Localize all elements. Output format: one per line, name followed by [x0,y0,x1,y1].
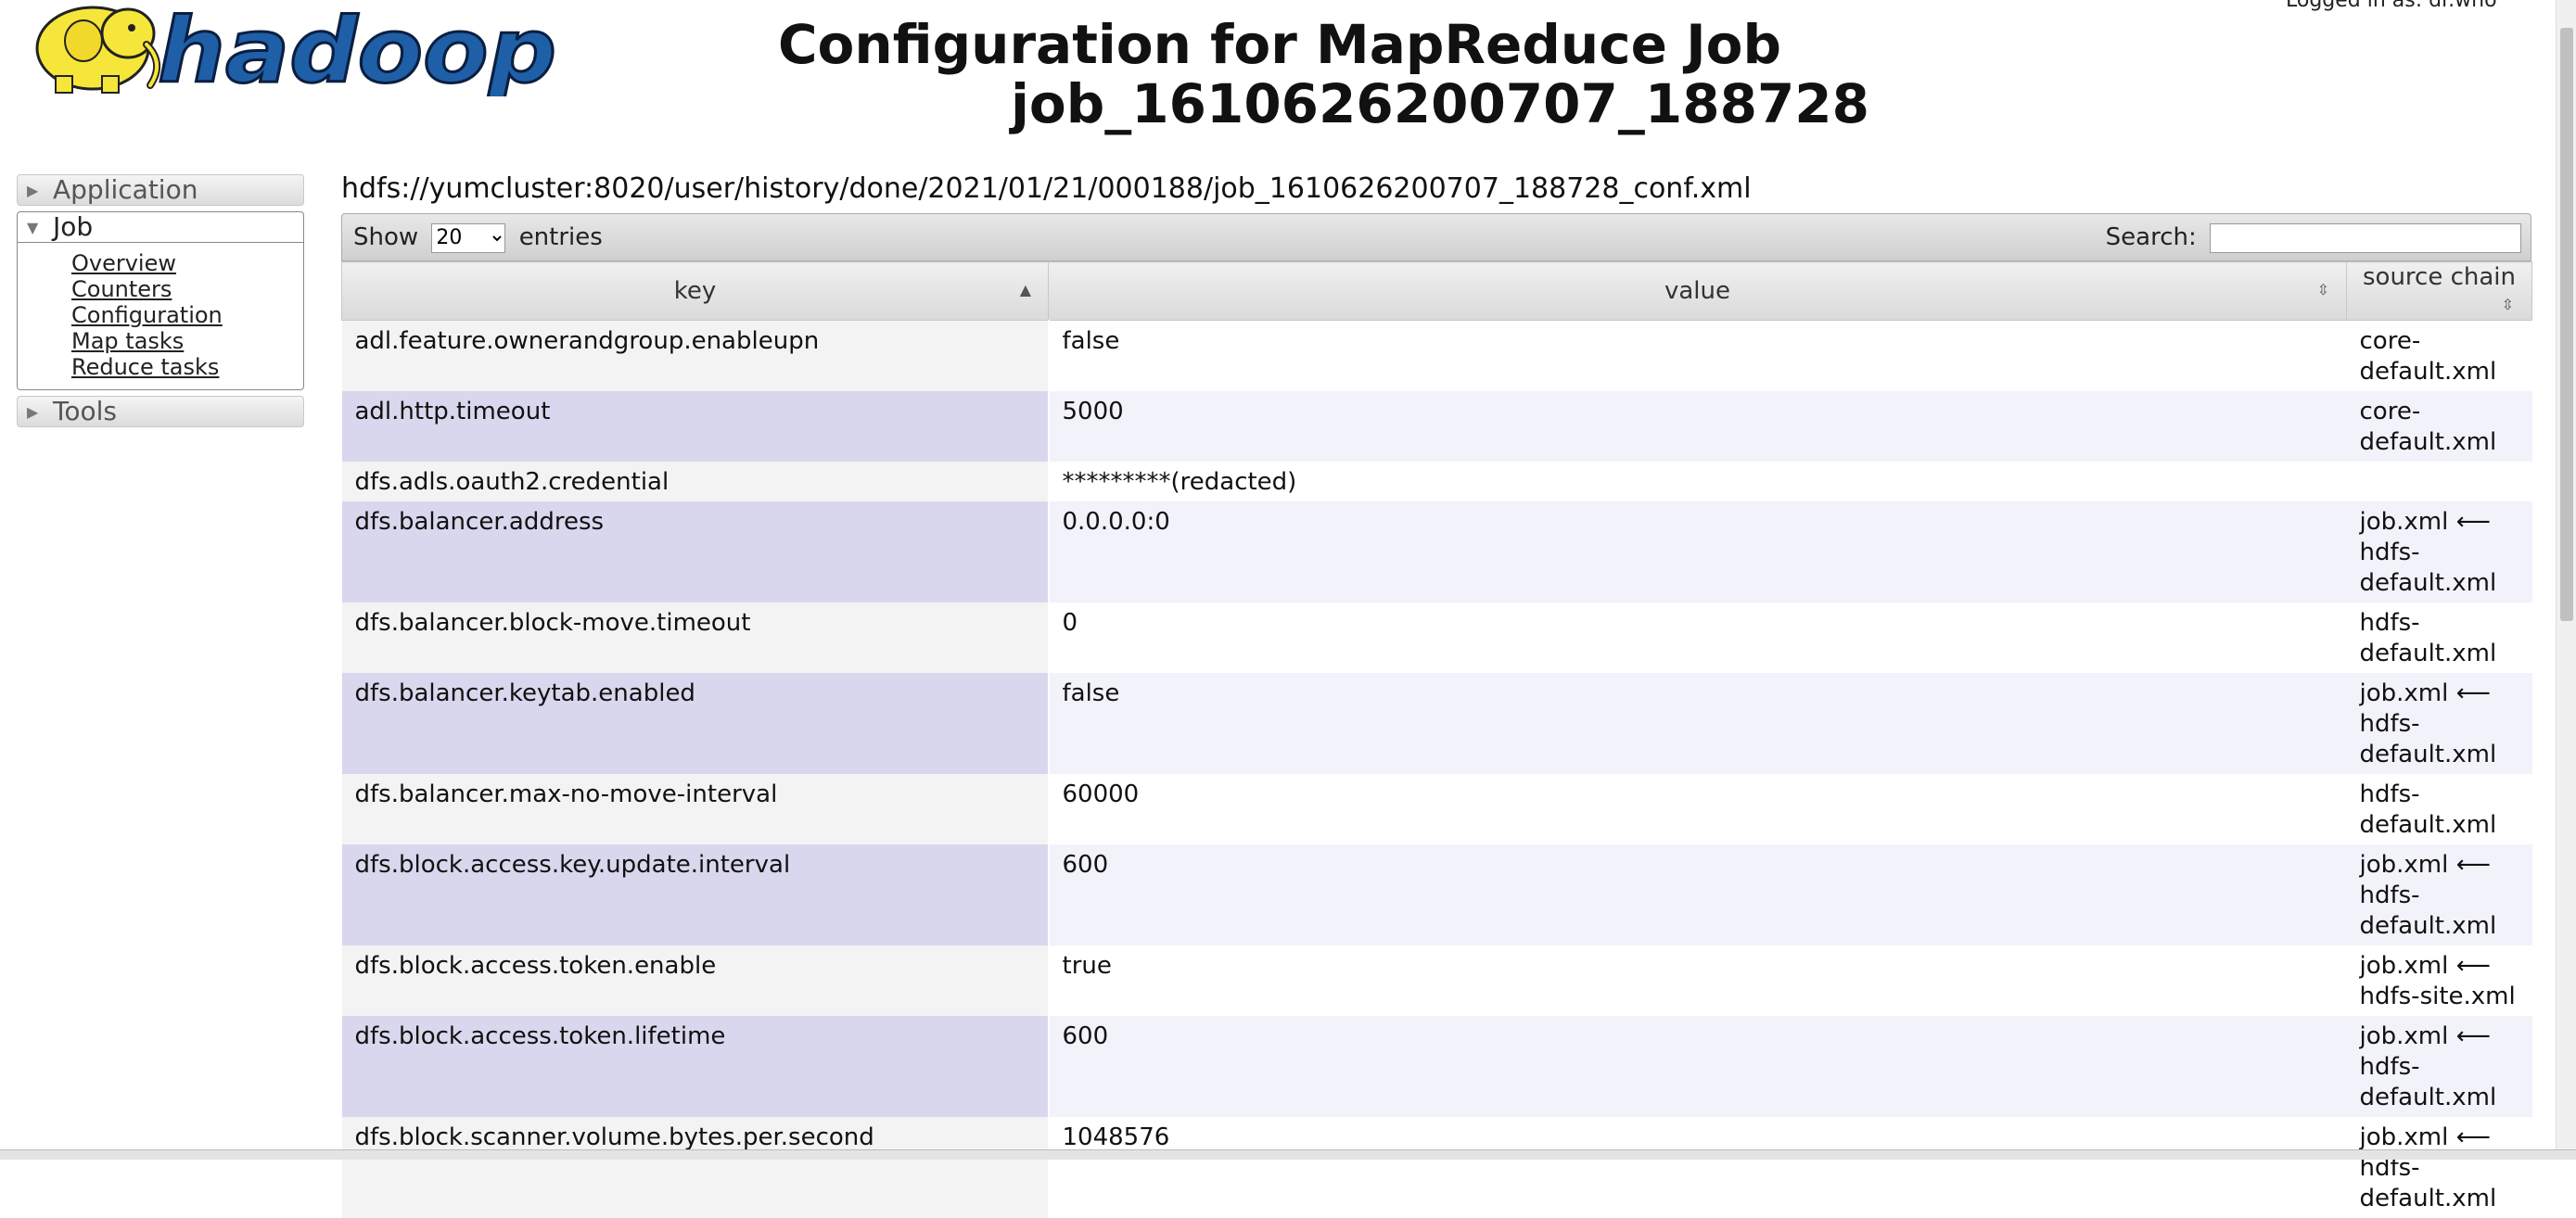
sidebar-link-configuration[interactable]: Configuration [71,302,303,328]
config-key-cell: dfs.balancer.address [342,501,1049,603]
sidebar-link-reduce-tasks[interactable]: Reduce tasks [71,354,303,380]
column-header-source-chain[interactable]: source chain ⇳ [2347,262,2532,321]
config-key-cell: dfs.block.access.key.update.interval [342,844,1049,945]
config-value-cell: *********(redacted) [1049,462,2347,501]
source-chain-cell: job.xml ⟵hdfs-default.xml [2347,501,2532,603]
config-value-cell: true [1049,945,2347,1016]
table-row: dfs.adls.oauth2.credential*********(reda… [342,462,2532,501]
sort-ascending-icon: ▲ [1020,281,1031,298]
column-header-label: key [674,277,717,305]
config-key-cell: dfs.adls.oauth2.credential [342,462,1049,501]
triangle-right-icon: ▶ [27,398,53,427]
config-table-wrapper: Show 20 entries Search: key ▲ value ⇳ [341,213,2531,1218]
table-row: dfs.balancer.block-move.timeout0hdfs-def… [342,603,2532,673]
sidebar-section-label: Tools [53,396,117,426]
column-header-label: value [1664,277,1730,305]
config-value-cell: 5000 [1049,391,2347,462]
sidebar-section-job[interactable]: ▼Job [17,211,304,243]
sidebar-link-overview[interactable]: Overview [71,250,303,276]
sidebar-section-tools[interactable]: ▶Tools [17,396,304,427]
sidebar-section-label: Application [53,174,198,205]
config-key-cell: dfs.block.access.token.lifetime [342,1016,1049,1117]
search-label: Search: [2106,223,2197,251]
column-header-label: source chain [2363,263,2516,291]
triangle-down-icon: ▼ [27,213,53,243]
config-value-cell: 1048576 [1049,1117,2347,1218]
triangle-right-icon: ▶ [27,176,53,206]
config-key-cell: adl.http.timeout [342,391,1049,462]
page-title: Configuration for MapReduce Job job_1610… [723,15,1836,133]
scrollbar-thumb[interactable] [2560,28,2573,621]
logo-wordmark: hadoop [158,0,556,96]
config-key-cell: adl.feature.ownerandgroup.enableupn [342,321,1049,392]
elephant-icon [37,7,157,93]
source-chain-cell: job.xml ⟵hdfs-default.xml [2347,844,2532,945]
source-chain-cell [2347,462,2532,501]
table-row: dfs.block.access.token.enabletruejob.xml… [342,945,2532,1016]
source-chain-cell: job.xml ⟵hdfs-default.xml [2347,673,2532,774]
table-row: dfs.block.access.key.update.interval600j… [342,844,2532,945]
source-chain-cell: core-default.xml [2347,321,2532,392]
sidebar-link-counters[interactable]: Counters [71,276,303,302]
config-key-cell: dfs.block.access.token.enable [342,945,1049,1016]
conf-file-path: hdfs://yumcluster:8020/user/history/done… [341,172,1752,206]
sidebar-section-application[interactable]: ▶Application [17,174,304,206]
source-chain-cell: hdfs-default.xml [2347,603,2532,673]
config-value-cell: false [1049,321,2347,392]
hadoop-logo: hadoop [19,0,566,96]
config-value-cell: 600 [1049,1016,2347,1117]
logged-in-status: Logged in as: dr.who [2286,0,2497,12]
source-chain-cell: job.xml ⟵hdfs-default.xml [2347,1016,2532,1117]
show-label: Show [353,223,418,251]
sidebar-section-label: Job [53,211,93,242]
config-key-cell: dfs.block.scanner.volume.bytes.per.secon… [342,1117,1049,1218]
config-table-body: adl.feature.ownerandgroup.enableupnfalse… [342,321,2532,1218]
table-row: adl.feature.ownerandgroup.enableupnfalse… [342,321,2532,392]
search-input[interactable] [2210,223,2521,253]
table-row: dfs.balancer.address0.0.0.0:0job.xml ⟵hd… [342,501,2532,603]
page-title-line1: Configuration for MapReduce Job [723,15,1836,74]
sidebar-job-links: Overview Counters Configuration Map task… [17,243,304,390]
table-row: dfs.balancer.keytab.enabledfalsejob.xml … [342,673,2532,774]
entries-label: entries [519,223,603,251]
source-chain-cell: core-default.xml [2347,391,2532,462]
config-key-cell: dfs.balancer.keytab.enabled [342,673,1049,774]
vertical-scrollbar[interactable] [2556,0,2576,1149]
config-key-cell: dfs.balancer.block-move.timeout [342,603,1049,673]
column-header-key[interactable]: key ▲ [342,262,1049,321]
page-title-job-id: job_1610626200707_188728 [723,74,1836,133]
config-value-cell: 60000 [1049,774,2347,844]
entries-select[interactable]: 20 [431,223,505,253]
sort-both-icon: ⇳ [2348,291,2531,319]
source-chain-cell: job.xml ⟵hdfs-site.xml [2347,945,2532,1016]
sort-both-icon: ⇳ [2317,281,2329,298]
config-value-cell: 600 [1049,844,2347,945]
column-header-value[interactable]: value ⇳ [1049,262,2347,321]
config-value-cell: 0.0.0.0:0 [1049,501,2347,603]
sidebar-link-map-tasks[interactable]: Map tasks [71,328,303,354]
config-key-cell: dfs.balancer.max-no-move-interval [342,774,1049,844]
window-bottom-bar [0,1149,2576,1160]
config-value-cell: 0 [1049,603,2347,673]
table-row: dfs.balancer.max-no-move-interval60000hd… [342,774,2532,844]
source-chain-cell: job.xml ⟵hdfs-default.xml [2347,1117,2532,1218]
sidebar-nav: ▶Application ▼Job Overview Counters Conf… [17,174,304,427]
source-chain-cell: hdfs-default.xml [2347,774,2532,844]
config-table: key ▲ value ⇳ source chain ⇳ adl.feature… [341,261,2532,1218]
table-toolbar: Show 20 entries Search: [341,213,2531,261]
table-row: dfs.block.scanner.volume.bytes.per.secon… [342,1117,2532,1218]
config-value-cell: false [1049,673,2347,774]
table-row: dfs.block.access.token.lifetime600job.xm… [342,1016,2532,1117]
table-row: adl.http.timeout5000core-default.xml [342,391,2532,462]
